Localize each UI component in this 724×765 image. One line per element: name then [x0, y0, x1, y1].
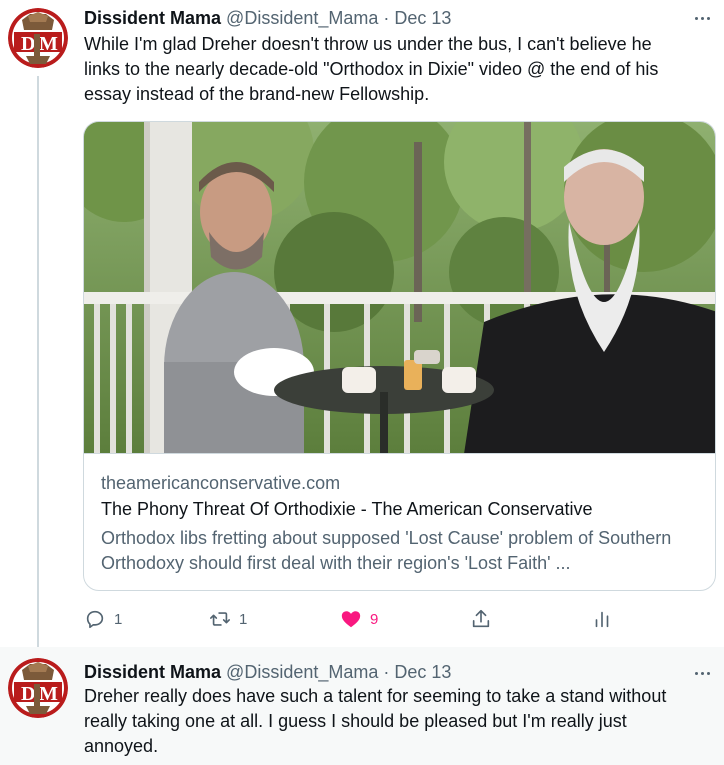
more-options-icon[interactable] [690, 8, 714, 28]
separator-dot: · [383, 661, 390, 682]
tweet[interactable]: D M Dissident Mama @Dissident_Mama · Dec… [0, 0, 724, 658]
card-domain: theamericanconservative.com [101, 473, 341, 493]
dissident-mama-logo-icon: D M [8, 658, 68, 718]
share-button[interactable] [470, 605, 492, 633]
reply-count: 1 [114, 610, 123, 628]
author-name[interactable]: Dissident Mama [84, 8, 221, 29]
tweet-date[interactable]: Dec 13 [394, 8, 451, 29]
analytics-icon [595, 611, 609, 628]
heart-filled-icon [341, 611, 361, 628]
dissident-mama-logo-icon: D M [8, 8, 68, 68]
card-description: Orthodox libs fretting about supposed 'L… [101, 528, 672, 573]
tweet-date[interactable]: Dec 13 [394, 662, 451, 683]
share-icon [472, 609, 490, 628]
thread-connector-line [37, 76, 39, 658]
author-handle[interactable]: @Dissident_Mama [226, 662, 378, 683]
retweet-count: 1 [239, 610, 248, 628]
link-card[interactable]: theamericanconservative.com The Phony Th… [83, 121, 716, 591]
avatar[interactable]: D M [8, 8, 68, 68]
like-button[interactable]: 9 [340, 605, 378, 633]
separator-dot: · [383, 7, 390, 28]
reply-icon [86, 610, 104, 629]
retweet-icon [210, 612, 230, 626]
tweet-text: Dreher really does have such a talent fo… [84, 686, 667, 756]
reply-button[interactable]: 1 [84, 605, 122, 633]
retweet-button[interactable]: 1 [209, 605, 247, 633]
tweet[interactable]: D M Dissident Mama @Dissident_Mama · Dec… [0, 647, 724, 765]
svg-text:M: M [39, 33, 58, 55]
tweet-actions: 1 1 9 [84, 605, 624, 633]
tweet-header: Dissident Mama @Dissident_Mama · Dec 13 [84, 660, 451, 684]
like-count: 9 [370, 610, 379, 628]
author-handle[interactable]: @Dissident_Mama [226, 8, 378, 29]
tweet-text: While I'm glad Dreher doesn't throw us u… [84, 34, 659, 104]
avatar[interactable]: D M [8, 658, 68, 718]
svg-text:D: D [21, 33, 35, 55]
card-image [84, 122, 715, 454]
card-photo [84, 122, 715, 453]
svg-text:M: M [39, 683, 58, 705]
analytics-button[interactable] [591, 605, 613, 633]
card-title: The Phony Threat Of Orthodixie - The Ame… [101, 499, 593, 519]
author-name[interactable]: Dissident Mama [84, 662, 221, 683]
tweet-header: Dissident Mama @Dissident_Mama · Dec 13 [84, 6, 451, 30]
more-options-icon[interactable] [690, 663, 714, 683]
svg-text:D: D [21, 683, 35, 705]
